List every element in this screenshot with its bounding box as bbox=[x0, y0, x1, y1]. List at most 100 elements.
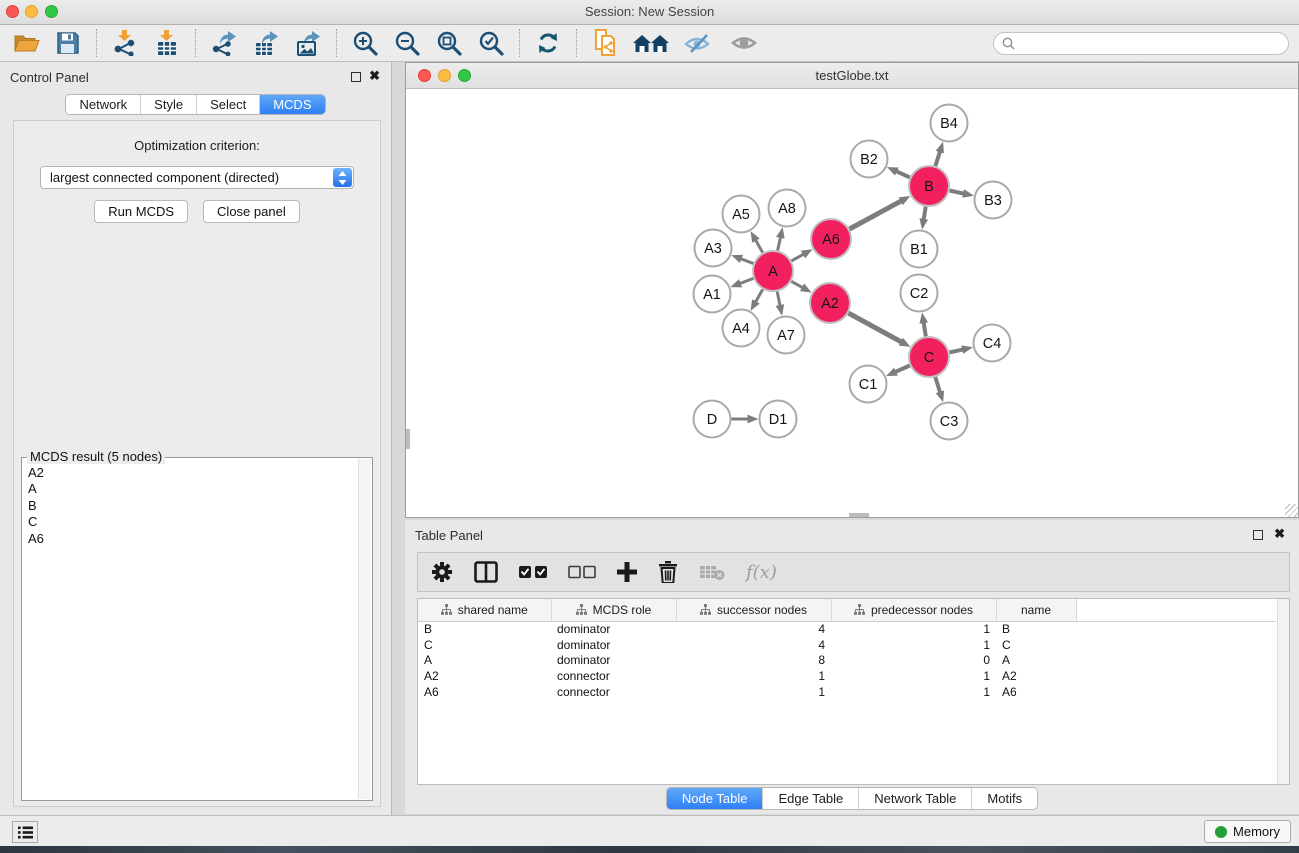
zoom-selected-icon[interactable] bbox=[475, 28, 507, 58]
node-C1[interactable] bbox=[850, 366, 887, 403]
search-field[interactable] bbox=[993, 32, 1289, 55]
cell-mcds-role[interactable]: connector bbox=[551, 684, 676, 700]
cell-predecessor-nodes[interactable]: 1 bbox=[831, 668, 996, 684]
node-C[interactable] bbox=[909, 337, 949, 377]
close-network-button[interactable] bbox=[418, 69, 431, 82]
delete-rows-trash-icon[interactable] bbox=[658, 561, 678, 583]
horizontal-scrollbar[interactable] bbox=[849, 513, 869, 517]
cell-successor-nodes[interactable]: 8 bbox=[676, 652, 831, 668]
tab-style[interactable]: Style bbox=[140, 95, 196, 114]
import-network-icon[interactable] bbox=[109, 28, 141, 58]
edge-A-A5[interactable] bbox=[755, 240, 762, 253]
network-window-titlebar[interactable]: testGlobe.txt bbox=[406, 63, 1298, 89]
node-C4[interactable] bbox=[974, 325, 1011, 362]
search-input[interactable] bbox=[1020, 36, 1280, 50]
cell-shared-name[interactable]: A2 bbox=[418, 668, 551, 684]
edge-A-A1[interactable] bbox=[740, 278, 754, 283]
first-neighbors-icon[interactable] bbox=[631, 28, 671, 58]
cell-name[interactable]: B bbox=[996, 621, 1076, 637]
minimize-window-button[interactable] bbox=[25, 5, 38, 18]
node-C2[interactable] bbox=[901, 275, 938, 312]
add-row-plus-icon[interactable] bbox=[617, 562, 637, 582]
edge-B-B2[interactable] bbox=[896, 171, 910, 177]
cell-name[interactable]: C bbox=[996, 637, 1076, 653]
cell-mcds-role[interactable]: connector bbox=[551, 668, 676, 684]
export-network-icon[interactable] bbox=[208, 28, 240, 58]
cell-successor-nodes[interactable]: 4 bbox=[676, 637, 831, 653]
open-file-icon[interactable] bbox=[10, 28, 42, 58]
network-canvas[interactable]: B4B2BB3A8A5A6A3B1AA1C2A2A4A7C4CC1C3DD1 bbox=[407, 90, 1297, 516]
result-item-b[interactable]: B bbox=[28, 498, 353, 514]
refresh-icon[interactable] bbox=[532, 28, 564, 58]
show-columns-icon[interactable] bbox=[474, 561, 498, 583]
close-panel-button[interactable]: Close panel bbox=[203, 200, 300, 223]
column-header-name[interactable]: name bbox=[996, 599, 1076, 621]
edge-A-A6[interactable] bbox=[791, 254, 804, 261]
column-header-predecessor-nodes[interactable]: predecessor nodes bbox=[831, 599, 996, 621]
table-row[interactable]: Adominator80A bbox=[418, 652, 1276, 668]
edge-A-A4[interactable] bbox=[755, 289, 762, 302]
cell-successor-nodes[interactable]: 1 bbox=[676, 668, 831, 684]
node-B4[interactable] bbox=[931, 105, 968, 142]
cell-predecessor-nodes[interactable]: 1 bbox=[831, 684, 996, 700]
tab-network[interactable]: Network bbox=[66, 95, 140, 114]
save-session-icon[interactable] bbox=[52, 28, 84, 58]
cell-name[interactable]: A6 bbox=[996, 684, 1076, 700]
cell-mcds-role[interactable]: dominator bbox=[551, 652, 676, 668]
cell-successor-nodes[interactable]: 4 bbox=[676, 621, 831, 637]
cell-shared-name[interactable]: B bbox=[418, 621, 551, 637]
table-settings-gear-icon[interactable] bbox=[431, 561, 453, 583]
result-item-c[interactable]: C bbox=[28, 514, 353, 530]
cell-shared-name[interactable]: C bbox=[418, 637, 551, 653]
zoom-in-icon[interactable] bbox=[349, 28, 381, 58]
edge-A-A2[interactable] bbox=[791, 281, 803, 288]
node-B3[interactable] bbox=[975, 182, 1012, 219]
cell-predecessor-nodes[interactable]: 0 bbox=[831, 652, 996, 668]
cell-predecessor-nodes[interactable]: 1 bbox=[831, 621, 996, 637]
show-all-eye-icon[interactable] bbox=[727, 28, 763, 58]
edge-C-C2[interactable] bbox=[924, 322, 926, 336]
run-mcds-button[interactable]: Run MCDS bbox=[94, 200, 188, 223]
task-history-list-icon[interactable] bbox=[12, 821, 38, 843]
select-all-rows-icon[interactable] bbox=[519, 565, 547, 579]
zoom-network-button[interactable] bbox=[458, 69, 471, 82]
node-D1[interactable] bbox=[760, 401, 797, 438]
result-item-a2[interactable]: A2 bbox=[28, 465, 353, 481]
edge-C-C1[interactable] bbox=[895, 366, 910, 373]
table-row[interactable]: Cdominator41C bbox=[418, 637, 1276, 653]
tab-edge-table[interactable]: Edge Table bbox=[762, 788, 858, 809]
node-A4[interactable] bbox=[723, 310, 760, 347]
cell-successor-nodes[interactable]: 1 bbox=[676, 684, 831, 700]
table-row[interactable]: A2connector11A2 bbox=[418, 668, 1276, 684]
edge-A-A8[interactable] bbox=[778, 237, 781, 251]
resize-grip[interactable] bbox=[1285, 504, 1298, 517]
edge-A-A3[interactable] bbox=[741, 259, 754, 264]
node-A8[interactable] bbox=[769, 190, 806, 227]
table-row[interactable]: Bdominator41B bbox=[418, 621, 1276, 637]
cell-predecessor-nodes[interactable]: 1 bbox=[831, 637, 996, 653]
export-image-icon[interactable] bbox=[292, 28, 324, 58]
edge-B-B3[interactable] bbox=[950, 191, 965, 194]
vertical-scrollbar[interactable] bbox=[406, 429, 410, 449]
tab-network-table[interactable]: Network Table bbox=[858, 788, 971, 809]
node-A3[interactable] bbox=[695, 230, 732, 267]
tab-node-table[interactable]: Node Table bbox=[667, 788, 763, 809]
tab-select[interactable]: Select bbox=[196, 95, 259, 114]
cell-mcds-role[interactable]: dominator bbox=[551, 621, 676, 637]
result-scrollbar[interactable] bbox=[358, 459, 371, 799]
result-item-a6[interactable]: A6 bbox=[28, 531, 353, 547]
zoom-fit-icon[interactable] bbox=[433, 28, 465, 58]
node-A1[interactable] bbox=[694, 276, 731, 313]
edge-B-B4[interactable] bbox=[935, 151, 940, 166]
result-item-a[interactable]: A bbox=[28, 481, 353, 497]
tab-mcds[interactable]: MCDS bbox=[259, 95, 324, 114]
tab-motifs[interactable]: Motifs bbox=[971, 788, 1037, 809]
node-C3[interactable] bbox=[931, 403, 968, 440]
close-window-button[interactable] bbox=[6, 5, 19, 18]
close-table-panel-icon[interactable]: ✖ bbox=[1274, 526, 1285, 542]
edge-A2-C[interactable] bbox=[848, 313, 901, 342]
deselect-all-rows-icon[interactable] bbox=[568, 565, 596, 579]
table-row[interactable]: A6connector11A6 bbox=[418, 684, 1276, 700]
table-scrollbar[interactable] bbox=[1277, 599, 1289, 784]
hide-selected-eye-icon[interactable] bbox=[681, 28, 717, 58]
